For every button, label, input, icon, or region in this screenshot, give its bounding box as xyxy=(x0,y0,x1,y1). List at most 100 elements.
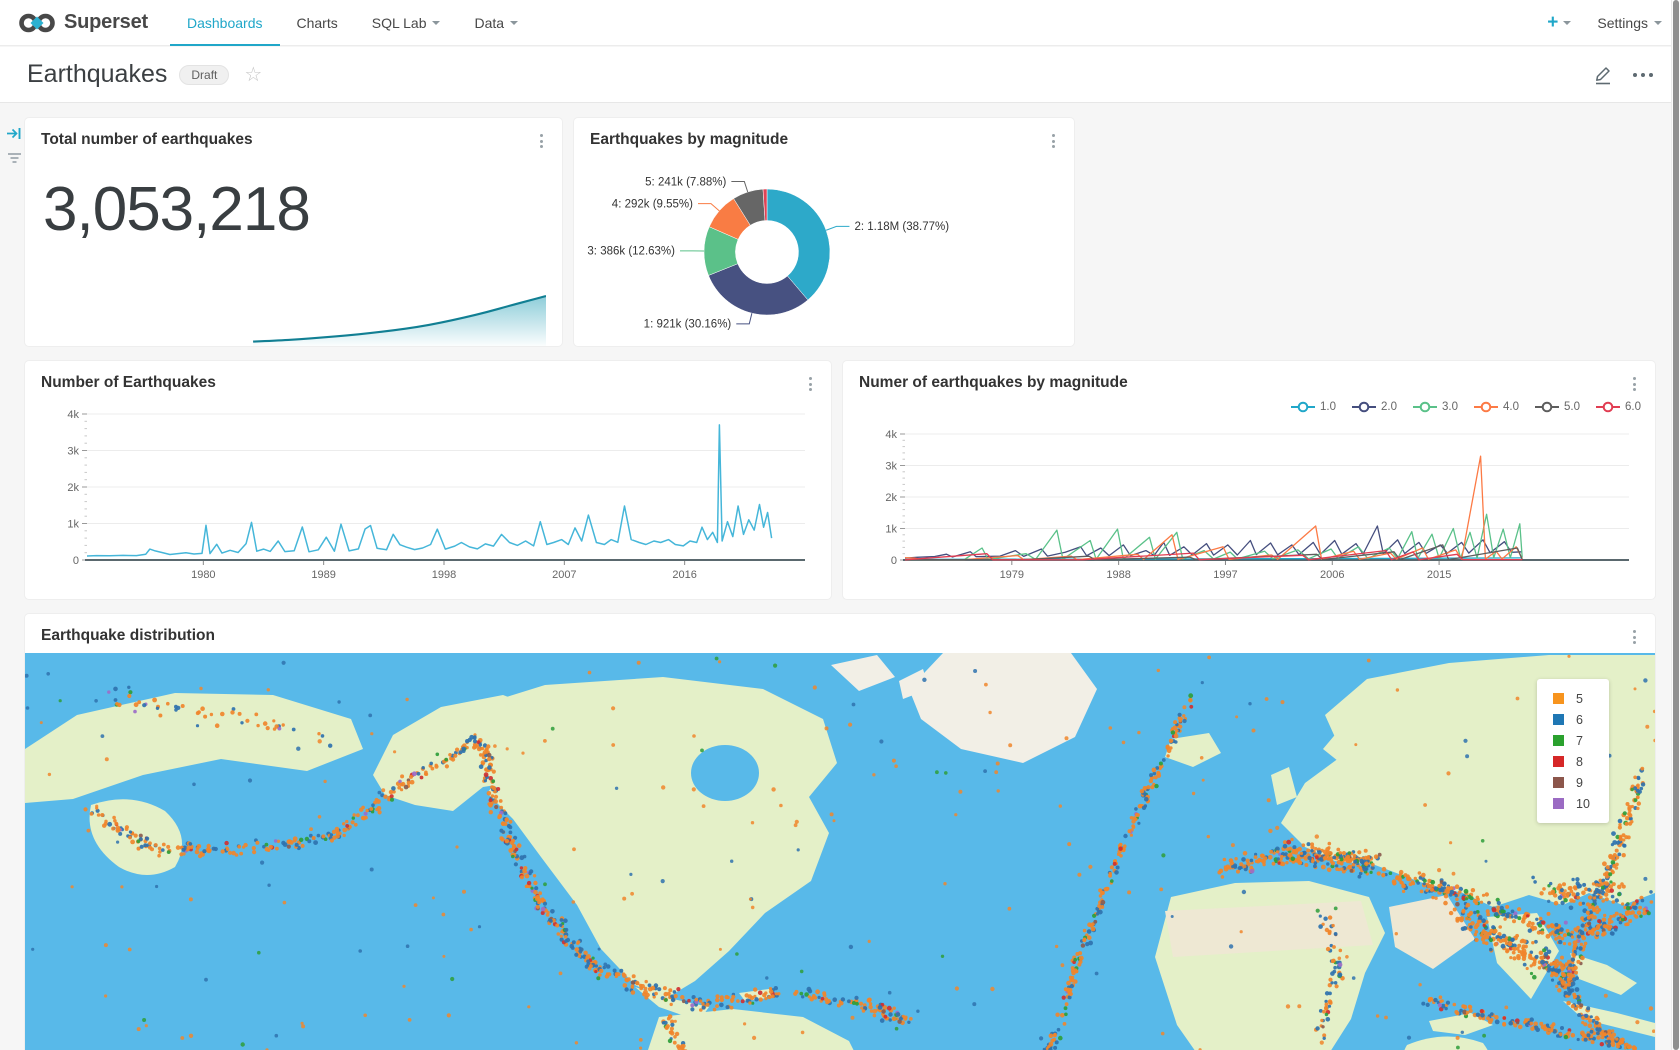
more-actions-icon[interactable] xyxy=(1633,73,1653,77)
x-axis-tick-label: 1979 xyxy=(1000,569,1024,581)
legend-label: 3.0 xyxy=(1442,401,1458,413)
donut-label-5: 5: 241k (7.88%) xyxy=(645,176,726,188)
legend-label: 2.0 xyxy=(1381,401,1397,413)
line-chart: 01k2k3k4k19801989199820072016 xyxy=(41,398,815,586)
map-legend-item-10: 10 xyxy=(1547,793,1599,814)
legend-item-6.0[interactable]: 6.0 xyxy=(1596,401,1641,413)
settings-menu[interactable]: Settings xyxy=(1597,15,1662,31)
legend-item-1.0[interactable]: 1.0 xyxy=(1291,401,1336,413)
favorite-star-icon[interactable]: ☆ xyxy=(244,65,262,85)
y-axis-tick-label: 0 xyxy=(891,555,897,567)
y-axis-tick-label: 0 xyxy=(73,555,79,567)
chevron-down-icon xyxy=(432,21,440,25)
x-axis-tick-label: 2007 xyxy=(552,569,576,581)
x-axis-tick-label: 1998 xyxy=(432,569,456,581)
map-legend: 5678910 xyxy=(1537,679,1609,823)
legend-item-5.0[interactable]: 5.0 xyxy=(1535,401,1580,413)
map-legend-item-9: 9 xyxy=(1547,772,1599,793)
chart-title: Numer of earthquakes by magnitude xyxy=(859,374,1128,392)
legend-swatch xyxy=(1553,756,1564,767)
page-title: Earthquakes xyxy=(27,60,167,89)
map-legend-item-7: 7 xyxy=(1547,730,1599,751)
nav-item-label: Charts xyxy=(297,15,338,31)
kebab-menu-icon[interactable] xyxy=(804,374,817,394)
scrollbar-thumb[interactable] xyxy=(1673,0,1679,1050)
donut-label-2: 2: 1.18M (38.77%) xyxy=(854,221,949,233)
card-header: Earthquakes by magnitude xyxy=(574,118,1074,155)
kebab-menu-icon[interactable] xyxy=(1628,374,1641,394)
legend-swatch xyxy=(1553,798,1564,809)
y-axis-tick-label: 1k xyxy=(885,523,897,535)
series-line-3.0 xyxy=(905,514,1522,559)
new-item-button[interactable]: + xyxy=(1547,13,1571,32)
nav-item-dashboards[interactable]: Dashboards xyxy=(170,0,280,46)
legend-item-2.0[interactable]: 2.0 xyxy=(1352,401,1397,413)
donut-label-3: 3: 386k (12.63%) xyxy=(587,246,675,258)
nav-item-label: Dashboards xyxy=(187,15,263,31)
legend-label: 5.0 xyxy=(1564,401,1580,413)
legend-label: 9 xyxy=(1576,776,1583,790)
kebab-menu-icon[interactable] xyxy=(1628,627,1641,647)
chart-title: Earthquake distribution xyxy=(41,627,215,645)
big-number-value: 3,053,218 xyxy=(25,155,562,242)
chart-title: Number of Earthquakes xyxy=(41,374,216,392)
legend-line-icon xyxy=(1535,401,1559,413)
dashboard-header: Earthquakes Draft ☆ xyxy=(0,47,1680,103)
series-line-2.0 xyxy=(905,526,1522,558)
legend-label: 8 xyxy=(1576,755,1583,769)
legend-item-4.0[interactable]: 4.0 xyxy=(1474,401,1519,413)
nav-item-charts[interactable]: Charts xyxy=(280,0,355,46)
chevron-down-icon xyxy=(1563,21,1571,25)
legend-swatch xyxy=(1553,735,1564,746)
y-axis-tick-label: 4k xyxy=(885,429,897,441)
world-map[interactable]: 5678910 xyxy=(25,653,1655,1050)
x-axis-tick-label: 1989 xyxy=(311,569,335,581)
legend-line-icon xyxy=(1413,401,1437,413)
legend-label: 4.0 xyxy=(1503,401,1519,413)
donut-label-4: 4: 292k (9.55%) xyxy=(612,198,693,210)
superset-brand[interactable]: Superset xyxy=(18,10,148,36)
filter-icon[interactable] xyxy=(6,151,23,165)
edit-dashboard-icon[interactable] xyxy=(1593,64,1613,85)
kebab-menu-icon[interactable] xyxy=(535,131,548,151)
chevron-down-icon xyxy=(1654,21,1662,25)
status-badge: Draft xyxy=(179,65,229,85)
card-earthquakes-by-magnitude-timeseries: Numer of earthquakes by magnitude 1.0 2.0… xyxy=(843,361,1655,599)
trend-sparkline xyxy=(41,290,546,346)
card-header: Earthquake distribution xyxy=(25,614,1655,651)
main-nav: Dashboards Charts SQL Lab Data xyxy=(170,0,535,46)
map-canvas[interactable] xyxy=(25,653,1655,1050)
x-axis-tick-label: 1997 xyxy=(1213,569,1237,581)
legend-line-icon xyxy=(1352,401,1376,413)
card-total-earthquakes: Total number of earthquakes 3,053,218 xyxy=(25,118,562,346)
x-axis-tick-label: 2015 xyxy=(1427,569,1451,581)
header-actions xyxy=(1593,64,1653,85)
chart-legend: 1.0 2.0 3.0 4.0 5.0 6.0 xyxy=(843,398,1655,418)
kebab-menu-icon[interactable] xyxy=(1047,131,1060,151)
navbar-right: + Settings xyxy=(1547,13,1662,32)
expand-filter-panel-icon[interactable] xyxy=(6,126,23,141)
filter-rail xyxy=(6,126,23,165)
superset-dashboard-page: Superset Dashboards Charts SQL Lab Data + S… xyxy=(0,0,1680,1050)
legend-swatch xyxy=(1553,714,1564,725)
nav-item-sql-lab[interactable]: SQL Lab xyxy=(355,0,458,46)
y-axis-tick-label: 2k xyxy=(885,492,897,504)
legend-label: 7 xyxy=(1576,734,1583,748)
series-line-4.0 xyxy=(905,456,1522,559)
y-axis-tick-label: 2k xyxy=(67,482,79,494)
x-axis-tick-label: 2006 xyxy=(1320,569,1344,581)
legend-line-icon xyxy=(1474,401,1498,413)
y-axis-tick-label: 4k xyxy=(67,409,79,421)
legend-label: 1.0 xyxy=(1320,401,1336,413)
chevron-down-icon xyxy=(510,21,518,25)
card-number-of-earthquakes: Number of Earthquakes 01k2k3k4k198019891… xyxy=(25,361,831,599)
nav-item-label: SQL Lab xyxy=(372,15,427,31)
map-legend-item-5: 5 xyxy=(1547,688,1599,709)
nav-item-data[interactable]: Data xyxy=(457,0,535,46)
legend-line-icon xyxy=(1596,401,1620,413)
donut-label-1: 1: 921k (30.16%) xyxy=(644,319,732,331)
y-axis-tick-label: 1k xyxy=(67,518,79,530)
chart-title: Total number of earthquakes xyxy=(41,131,253,149)
legend-item-3.0[interactable]: 3.0 xyxy=(1413,401,1458,413)
legend-swatch xyxy=(1553,693,1564,704)
